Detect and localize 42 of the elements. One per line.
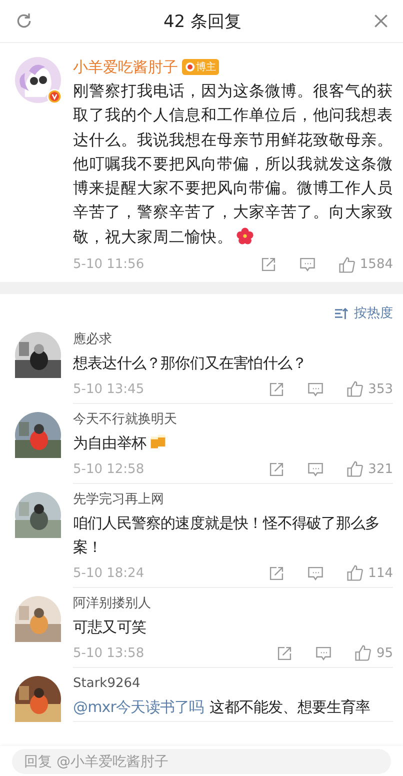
sort-by-hot-button[interactable]: 按热度: [334, 304, 393, 322]
comment-icon[interactable]: [315, 644, 332, 662]
post-text: 刚警察打我电话，因为这条微博。很客气的获取了我的个人信息和工作单位后，他问我想表达什么。我说我想在母亲节用鲜花致敬母亲。他叮嘱我不要把风向带偏，所以我就发这条微博来提醒大家不要把风向带偏。微博工作人员辛苦了，警察辛苦了，大家辛苦了。向大家致敬，祝大家周二愉快。: [73, 81, 393, 248]
comment-text: 可悲又可笑: [73, 618, 146, 636]
comment-icon[interactable]: [298, 256, 316, 274]
comment-text: 为自由举杯: [73, 434, 146, 452]
commenter-name[interactable]: 阿洋别搂别人: [73, 594, 393, 614]
commenter-name[interactable]: 先学完习再上网: [73, 490, 393, 510]
reply-input-field[interactable]: 回复 @小羊爱吃酱肘子: [12, 749, 391, 774]
comment-text: 咱们人民警察的速度就是快！怪不得破了那么多案！: [73, 514, 380, 556]
like-count: 1584: [360, 257, 393, 272]
share-icon[interactable]: [260, 256, 277, 274]
comment-time: 5-10 12:58: [73, 462, 144, 477]
mention-link[interactable]: @mxr今天读书了吗: [73, 698, 204, 716]
comment-time: 5-10 13:58: [73, 646, 144, 661]
blogger-badge: 博主: [182, 59, 219, 75]
commenter-name[interactable]: Stark9264: [73, 674, 393, 694]
comment-time: 5-10 18:24: [73, 566, 144, 581]
thumbs-up-icon[interactable]: [354, 644, 372, 662]
thumbs-up-icon[interactable]: [346, 380, 364, 398]
share-icon[interactable]: [276, 644, 294, 662]
like-count: 353: [368, 382, 393, 397]
like-count: 95: [376, 646, 393, 661]
share-icon[interactable]: [268, 564, 286, 582]
comment-icon[interactable]: [307, 460, 324, 478]
thumbs-up-icon[interactable]: [346, 460, 364, 478]
comment-text: 这都不能发、想要生育率: [210, 698, 370, 716]
commenter-name[interactable]: 應必求: [73, 330, 393, 350]
dialog-title: 42 条回复: [162, 10, 243, 32]
like-count: 114: [368, 566, 393, 581]
comment-icon[interactable]: [307, 380, 324, 398]
comment-icon[interactable]: [307, 564, 324, 582]
commenter-name[interactable]: 今天不行就换明天: [73, 410, 393, 430]
like-count: 321: [368, 462, 393, 477]
thumbs-up-icon[interactable]: [346, 564, 364, 582]
share-icon[interactable]: [268, 380, 286, 398]
sort-icon[interactable]: [334, 306, 349, 320]
thumbs-up-icon[interactable]: [338, 256, 356, 274]
share-icon[interactable]: [268, 460, 286, 478]
post-time: 5-10 11:56: [73, 257, 144, 272]
comment-text: 想表达什么？那你们又在害怕什么？: [73, 354, 307, 372]
comment-time: 5-10 13:45: [73, 382, 144, 397]
